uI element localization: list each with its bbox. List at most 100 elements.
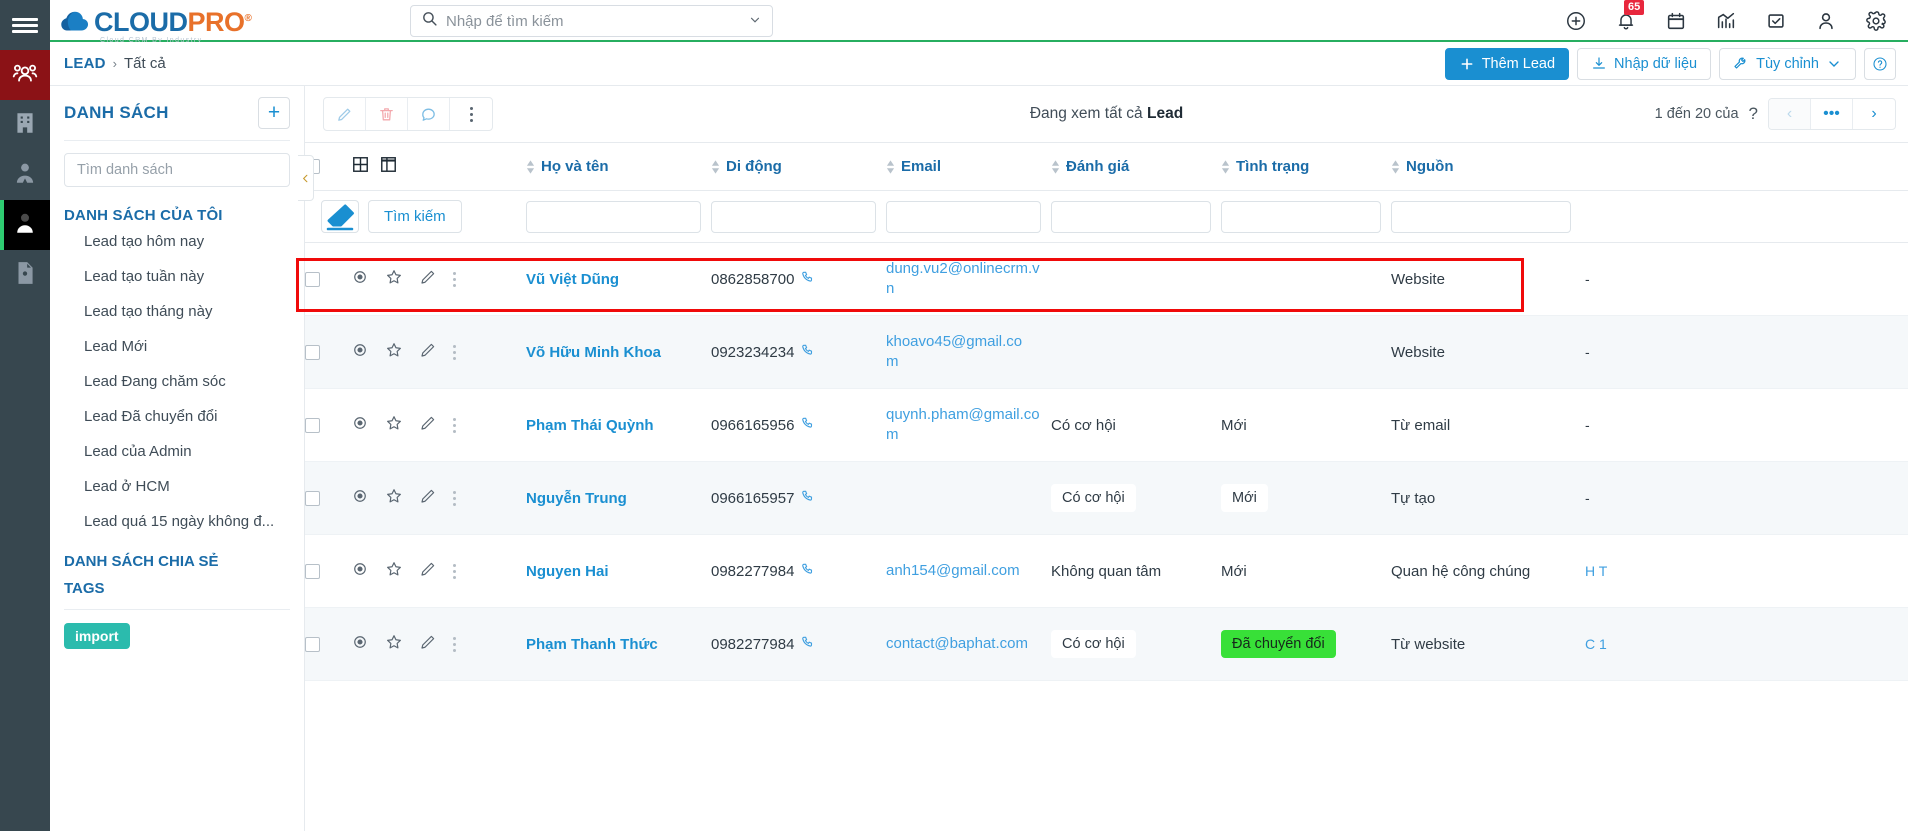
column-header-name[interactable]: Họ và tên [526, 142, 711, 191]
lead-email-link[interactable]: anh154@gmail.com [886, 562, 1038, 579]
row-more-icon[interactable] [453, 417, 456, 433]
clear-filter-button[interactable] [321, 200, 359, 233]
view-record-icon[interactable] [351, 414, 369, 436]
sidebar-item-lead-hcm[interactable]: Lead ở HCM [64, 469, 290, 504]
delete-record-button[interactable] [366, 98, 408, 130]
table-row[interactable]: Võ Hữu Minh Khoa 0923234234 khoavo45@gma… [305, 315, 1908, 389]
edit-record-icon[interactable] [419, 414, 437, 436]
analytics-chart-icon[interactable] [1714, 9, 1738, 33]
pagination-more-button[interactable]: ••• [1811, 99, 1853, 129]
lead-name-link[interactable]: Vũ Việt Dũng [526, 271, 619, 288]
row-checkbox[interactable] [305, 417, 320, 433]
sidebar-item-lead-new[interactable]: Lead Mới [64, 329, 290, 364]
add-circle-icon[interactable] [1564, 9, 1588, 33]
pagination-next-button[interactable]: › [1853, 99, 1895, 129]
row-more-icon[interactable] [453, 271, 456, 287]
sidebar-item-lead-converted[interactable]: Lead Đã chuyển đổi [64, 399, 290, 434]
settings-gear-icon[interactable] [1864, 9, 1888, 33]
lead-email-link[interactable]: khoavo45@gmail.com [886, 333, 1022, 370]
lead-name-link[interactable]: Võ Hữu Minh Khoa [526, 344, 661, 361]
column-header-email[interactable]: Email [886, 142, 1051, 191]
favorite-star-icon[interactable] [385, 414, 403, 436]
row-checkbox[interactable] [305, 271, 320, 287]
row-more-icon[interactable] [453, 490, 456, 506]
table-row[interactable]: Nguyễn Trung 0966165957 Có cơ hội Mới Tự… [305, 461, 1908, 535]
customize-button[interactable]: Tùy chỉnh [1719, 47, 1856, 80]
lead-name-link[interactable]: Phạm Thái Quỳnh [526, 417, 654, 434]
sidebar-item-lead-nurturing[interactable]: Lead Đang chăm sóc [64, 364, 290, 399]
row-checkbox[interactable] [305, 344, 320, 360]
favorite-star-icon[interactable] [385, 487, 403, 509]
lead-email-link[interactable] [886, 489, 904, 506]
sidebar-item-lead-admin[interactable]: Lead của Admin [64, 434, 290, 469]
sidebar-item-lead-this-week[interactable]: Lead tạo tuần này [64, 259, 290, 294]
comment-button[interactable] [408, 98, 450, 130]
view-record-icon[interactable] [351, 268, 369, 290]
rail-item-contact-person[interactable] [0, 150, 50, 200]
global-search-input[interactable]: Nhập để tìm kiếm [446, 13, 564, 30]
lead-email-link[interactable]: dung.vu2@onlinecrm.vn [886, 260, 1040, 297]
filter-input-email[interactable] [886, 200, 1041, 233]
pagination-prev-button[interactable]: ‹ [1769, 99, 1811, 129]
search-filter-button[interactable]: Tìm kiếm [368, 200, 462, 233]
row-more-icon[interactable] [453, 636, 456, 652]
calendar-icon[interactable] [1664, 9, 1688, 33]
phone-call-icon[interactable] [801, 343, 815, 361]
add-lead-button[interactable]: Thêm Lead [1444, 47, 1570, 80]
lead-last-value[interactable]: C 1 [1581, 636, 1607, 652]
breadcrumb-root[interactable]: LEAD [64, 55, 106, 72]
lead-last-value[interactable]: H T [1581, 563, 1607, 579]
row-more-icon[interactable] [453, 563, 456, 579]
filter-input-rating[interactable] [1051, 200, 1211, 233]
add-list-button[interactable]: + [258, 97, 290, 129]
filter-input-phone[interactable] [711, 200, 876, 233]
view-record-icon[interactable] [351, 487, 369, 509]
edit-record-icon[interactable] [419, 341, 437, 363]
sidebar-item-lead-today[interactable]: Lead tạo hôm nay [64, 224, 290, 259]
table-row[interactable]: Vũ Việt Dũng 0862858700 dung.vu2@onlinec… [305, 242, 1908, 316]
sidebar-item-lead-this-month[interactable]: Lead tạo tháng này [64, 294, 290, 329]
rail-item-company[interactable] [0, 100, 50, 150]
grid-view-icon[interactable] [351, 155, 370, 178]
phone-call-icon[interactable] [801, 270, 815, 288]
filter-input-status[interactable] [1221, 200, 1381, 233]
lead-name-link[interactable]: Nguyễn Trung [526, 490, 627, 507]
phone-call-icon[interactable] [801, 635, 815, 653]
chevron-down-icon[interactable] [748, 13, 762, 30]
row-checkbox[interactable] [305, 490, 320, 506]
rail-item-lead[interactable] [0, 200, 50, 250]
column-header-phone[interactable]: Di động [711, 142, 886, 191]
view-record-icon[interactable] [351, 341, 369, 363]
edit-record-icon[interactable] [419, 268, 437, 290]
filter-input-name[interactable] [526, 200, 701, 233]
sidebar-collapse-handle[interactable] [298, 155, 314, 201]
column-header-source[interactable]: Nguồn [1391, 142, 1581, 191]
table-row[interactable]: Nguyen Hai 0982277984 anh154@gmail.com K… [305, 534, 1908, 608]
global-search-box[interactable]: Nhập để tìm kiếm [410, 5, 773, 37]
edit-record-icon[interactable] [419, 487, 437, 509]
favorite-star-icon[interactable] [385, 341, 403, 363]
favorite-star-icon[interactable] [385, 633, 403, 655]
import-data-button[interactable]: Nhập dữ liệu [1577, 47, 1712, 80]
user-account-icon[interactable] [1814, 9, 1838, 33]
notification-bell-icon[interactable]: 65 [1614, 0, 1645, 33]
help-button[interactable] [1864, 47, 1896, 80]
row-more-icon[interactable] [453, 344, 456, 360]
lead-name-link[interactable]: Nguyen Hai [526, 563, 609, 580]
column-header-rating[interactable]: Đánh giá [1051, 142, 1221, 191]
row-checkbox[interactable] [305, 636, 320, 652]
list-search-input[interactable]: Tìm danh sách [64, 153, 290, 187]
table-row[interactable]: Phạm Thanh Thức 0982277984 contact@bapha… [305, 607, 1908, 681]
favorite-star-icon[interactable] [385, 268, 403, 290]
tag-pill-import[interactable]: import [64, 623, 130, 649]
task-checkbox-icon[interactable] [1764, 9, 1788, 33]
filter-input-source[interactable] [1391, 200, 1571, 233]
lead-name-link[interactable]: Phạm Thanh Thức [526, 636, 658, 653]
rail-item-document-person[interactable] [0, 250, 50, 300]
favorite-star-icon[interactable] [385, 560, 403, 582]
lead-email-link[interactable]: contact@baphat.com [886, 635, 1046, 652]
more-actions-button[interactable] [450, 98, 492, 130]
menu-toggle-button[interactable] [0, 0, 50, 50]
phone-call-icon[interactable] [801, 489, 815, 507]
sidebar-item-lead-over-15-days[interactable]: Lead quá 15 ngày không đ... [64, 504, 290, 539]
